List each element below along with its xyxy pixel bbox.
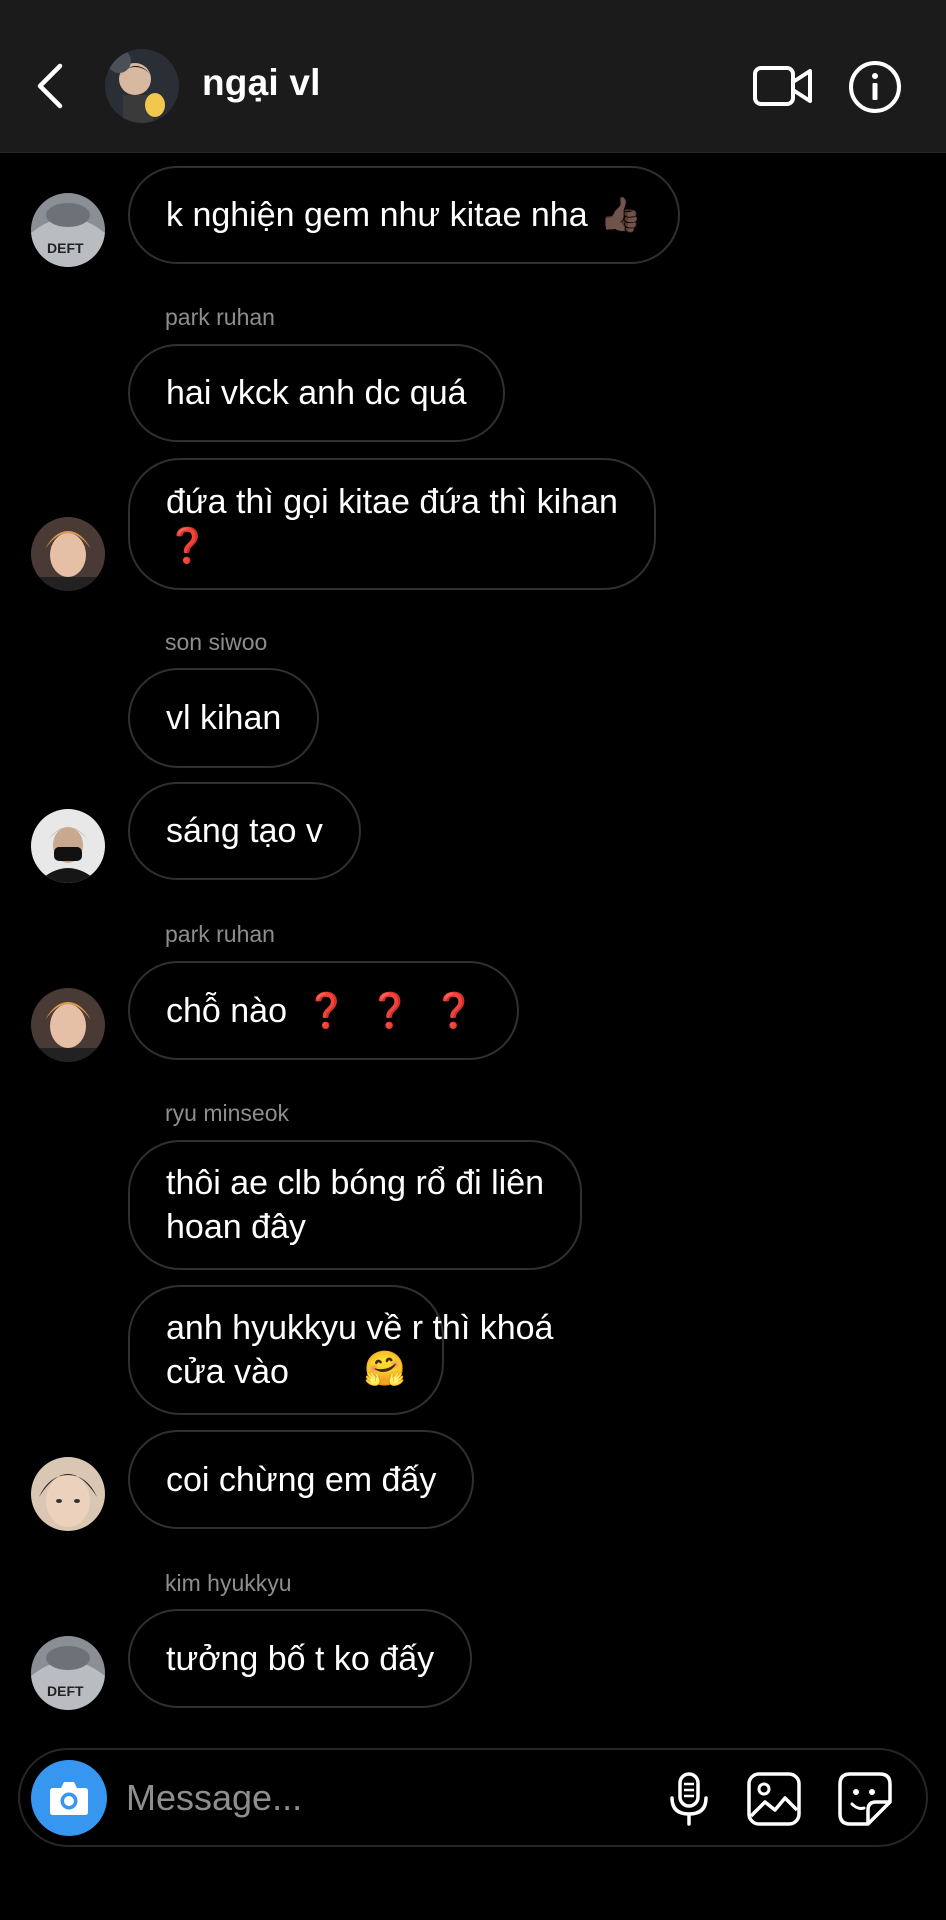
message-text: anh hyukkyu về r thì khoá cửa vào: [166, 1309, 554, 1391]
message-text: tưởng bố t ko đấy: [166, 1639, 435, 1678]
info-icon[interactable]: [848, 60, 902, 114]
avatar-face[interactable]: [31, 1457, 105, 1531]
sender-name: park ruhan: [165, 921, 275, 947]
message-text: hai vkck anh dc quá: [166, 374, 467, 412]
message-input[interactable]: [124, 1772, 628, 1824]
chevron-left-icon[interactable]: [30, 60, 74, 112]
svg-text:DEFT: DEFT: [47, 240, 84, 256]
message-bubble[interactable]: coi chừng em đấy: [128, 1430, 475, 1529]
avatar-deft[interactable]: DEFT: [31, 1636, 105, 1710]
message-text: chỗ nào: [166, 991, 287, 1030]
message-text: vl kihan: [166, 699, 282, 737]
message-bubble[interactable]: đứa thì gọi kitae đứa thì kihan ❓: [128, 458, 656, 590]
message-bubble[interactable]: sáng tạo v: [128, 782, 361, 880]
message-text: thôi ae clb bóng rổ đi liên hoan đây: [166, 1164, 545, 1246]
message-bubble[interactable]: hai vkck anh dc quá: [128, 344, 505, 442]
svg-text:DEFT: DEFT: [47, 1683, 84, 1699]
message-bubble[interactable]: vl kihan: [128, 668, 320, 768]
video-camera-icon[interactable]: [752, 62, 814, 110]
message-text: sáng tạo v: [166, 812, 323, 850]
message-bubble[interactable]: chỗ nào ❓ ❓ ❓: [128, 961, 519, 1060]
chat-title[interactable]: ngại vl: [202, 62, 321, 104]
avatar-orange-hair[interactable]: [31, 988, 105, 1062]
message-text: đứa thì gọi kitae đứa thì kihan: [166, 483, 618, 521]
avatar-deft[interactable]: DEFT: [31, 193, 105, 267]
message-composer: [18, 1748, 928, 1847]
sender-name: kim hyukkyu: [165, 1570, 292, 1596]
camera-icon: [50, 1782, 88, 1815]
sender-name: park ruhan: [165, 304, 275, 330]
message-text: k nghiện gem như kitae nha: [166, 196, 588, 234]
message-bubble[interactable]: anh hyukkyu về r thì khoá cửa vào 🤗: [128, 1285, 553, 1415]
red-question-emoji: ❓: [166, 527, 209, 565]
sender-name: ryu minseok: [165, 1100, 289, 1126]
message-bubble[interactable]: tưởng bố t ko đấy: [128, 1609, 473, 1708]
avatar-orange-hair[interactable]: [31, 517, 105, 591]
microphone-icon[interactable]: [660, 1770, 718, 1828]
avatar-mask[interactable]: [31, 809, 105, 883]
red-question-emojis: ❓ ❓ ❓: [305, 991, 481, 1030]
thumbs-up-emoji: 👍🏿: [599, 196, 642, 234]
message-text: coi chừng em đấy: [166, 1460, 437, 1499]
gallery-icon[interactable]: [745, 1770, 803, 1828]
camera-button[interactable]: [31, 1760, 107, 1836]
sticker-icon[interactable]: [836, 1770, 894, 1828]
sender-name: son siwoo: [165, 629, 268, 655]
message-bubble[interactable]: thôi ae clb bóng rổ đi liên hoan đây: [128, 1140, 583, 1270]
hug-emoji: 🤗: [363, 1350, 406, 1388]
group-avatar[interactable]: [105, 49, 179, 123]
message-bubble[interactable]: k nghiện gem như kitae nha 👍🏿: [128, 166, 680, 264]
chat-header: ngại vl: [0, 0, 946, 153]
